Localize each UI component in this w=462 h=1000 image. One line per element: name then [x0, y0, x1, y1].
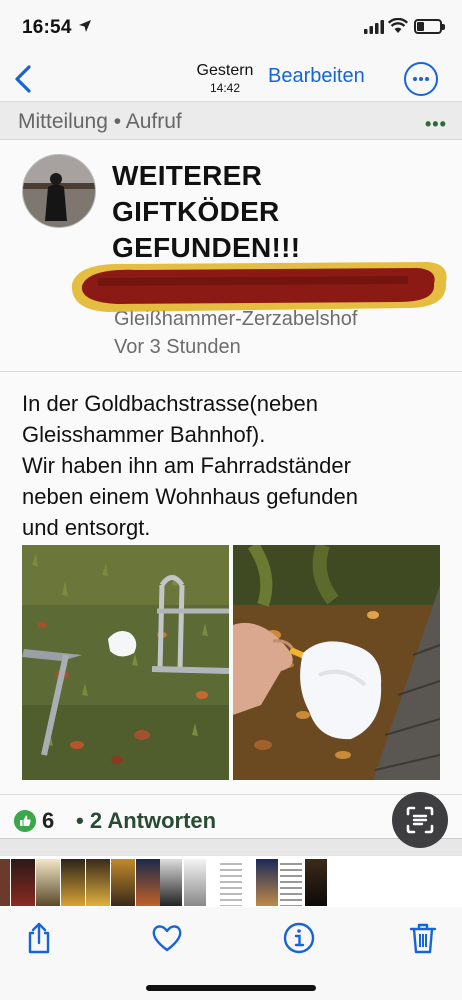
post-header-bar: Mitteilung • Aufruf •••: [0, 102, 462, 140]
post-title-line: GIFTKÖDER: [112, 196, 280, 227]
photo-date-day: Gestern: [196, 62, 254, 79]
live-text-button[interactable]: [392, 792, 448, 848]
thumbnail[interactable]: [86, 859, 110, 906]
post-title-line: WEITERER: [112, 160, 263, 191]
edit-button[interactable]: Bearbeiten: [268, 65, 365, 88]
thumbnail[interactable]: [160, 859, 182, 906]
post-body-line: Gleisshammer Bahnhof).: [22, 422, 266, 447]
info-icon[interactable]: [282, 921, 316, 955]
battery-icon: [414, 19, 445, 34]
post-body-line: In der Goldbachstrasse(neben: [22, 391, 318, 416]
thumbnail[interactable]: [36, 859, 60, 906]
thumbnail[interactable]: [256, 859, 278, 906]
trash-icon[interactable]: [406, 921, 440, 955]
location-arrow-icon: [79, 20, 91, 32]
photo-date: Gestern 14:42: [188, 62, 262, 95]
post-body-line: Wir haben ihn am Fahrradständer: [22, 453, 351, 478]
thumbnail[interactable]: [184, 859, 206, 906]
status-bar: 16:54: [0, 0, 462, 56]
more-options-icon[interactable]: [404, 62, 438, 96]
post-category: Mitteilung • Aufruf: [18, 110, 182, 133]
thumbnail[interactable]: [220, 859, 242, 906]
photo-nav-bar: Gestern 14:42 Bearbeiten: [0, 56, 462, 102]
divider: [0, 371, 462, 372]
wifi-icon: [388, 18, 408, 33]
post-body-line: und entsorgt.: [22, 515, 151, 540]
thumbnail[interactable]: [280, 859, 302, 906]
live-text-icon: [406, 806, 434, 834]
avatar: [22, 154, 96, 228]
post-body: In der Goldbachstrasse(neben Gleisshamme…: [22, 388, 442, 543]
status-time: 16:54: [22, 17, 72, 38]
replies-link[interactable]: • 2 Antworten: [76, 808, 216, 834]
post-photo-grass-bike-rack: [22, 545, 229, 780]
home-indicator: [146, 985, 316, 991]
photo-date-time: 14:42: [209, 81, 241, 95]
like-count: 6: [42, 808, 55, 833]
cellular-signal-icon: [364, 20, 384, 34]
post-photo-hand-holding-bait: [233, 545, 440, 780]
thumbnail[interactable]: [61, 859, 85, 906]
thumbnail[interactable]: [136, 859, 160, 906]
thumbnail-strip[interactable]: [0, 855, 462, 907]
thumbnail[interactable]: [305, 859, 327, 906]
thumbnail[interactable]: [11, 859, 35, 906]
redaction-mark: [71, 262, 447, 312]
screenshot-image: Mitteilung • Aufruf ••• WEITERER GIFTKÖD…: [0, 102, 462, 855]
post-body-line: neben einem Wohnhaus gefunden: [22, 484, 358, 509]
back-chevron-icon[interactable]: [10, 62, 38, 96]
more-dots-icon: •••: [425, 114, 447, 134]
post-title: WEITERER GIFTKÖDER GEFUNDEN!!!: [112, 158, 432, 266]
thumbnail[interactable]: [111, 859, 135, 906]
post-time-ago: Vor 3 Stunden: [114, 336, 241, 358]
thumbs-up-icon[interactable]: [14, 810, 36, 832]
thumbnail[interactable]: [0, 859, 10, 906]
share-icon[interactable]: [22, 921, 56, 955]
favorite-heart-icon[interactable]: [150, 921, 184, 955]
